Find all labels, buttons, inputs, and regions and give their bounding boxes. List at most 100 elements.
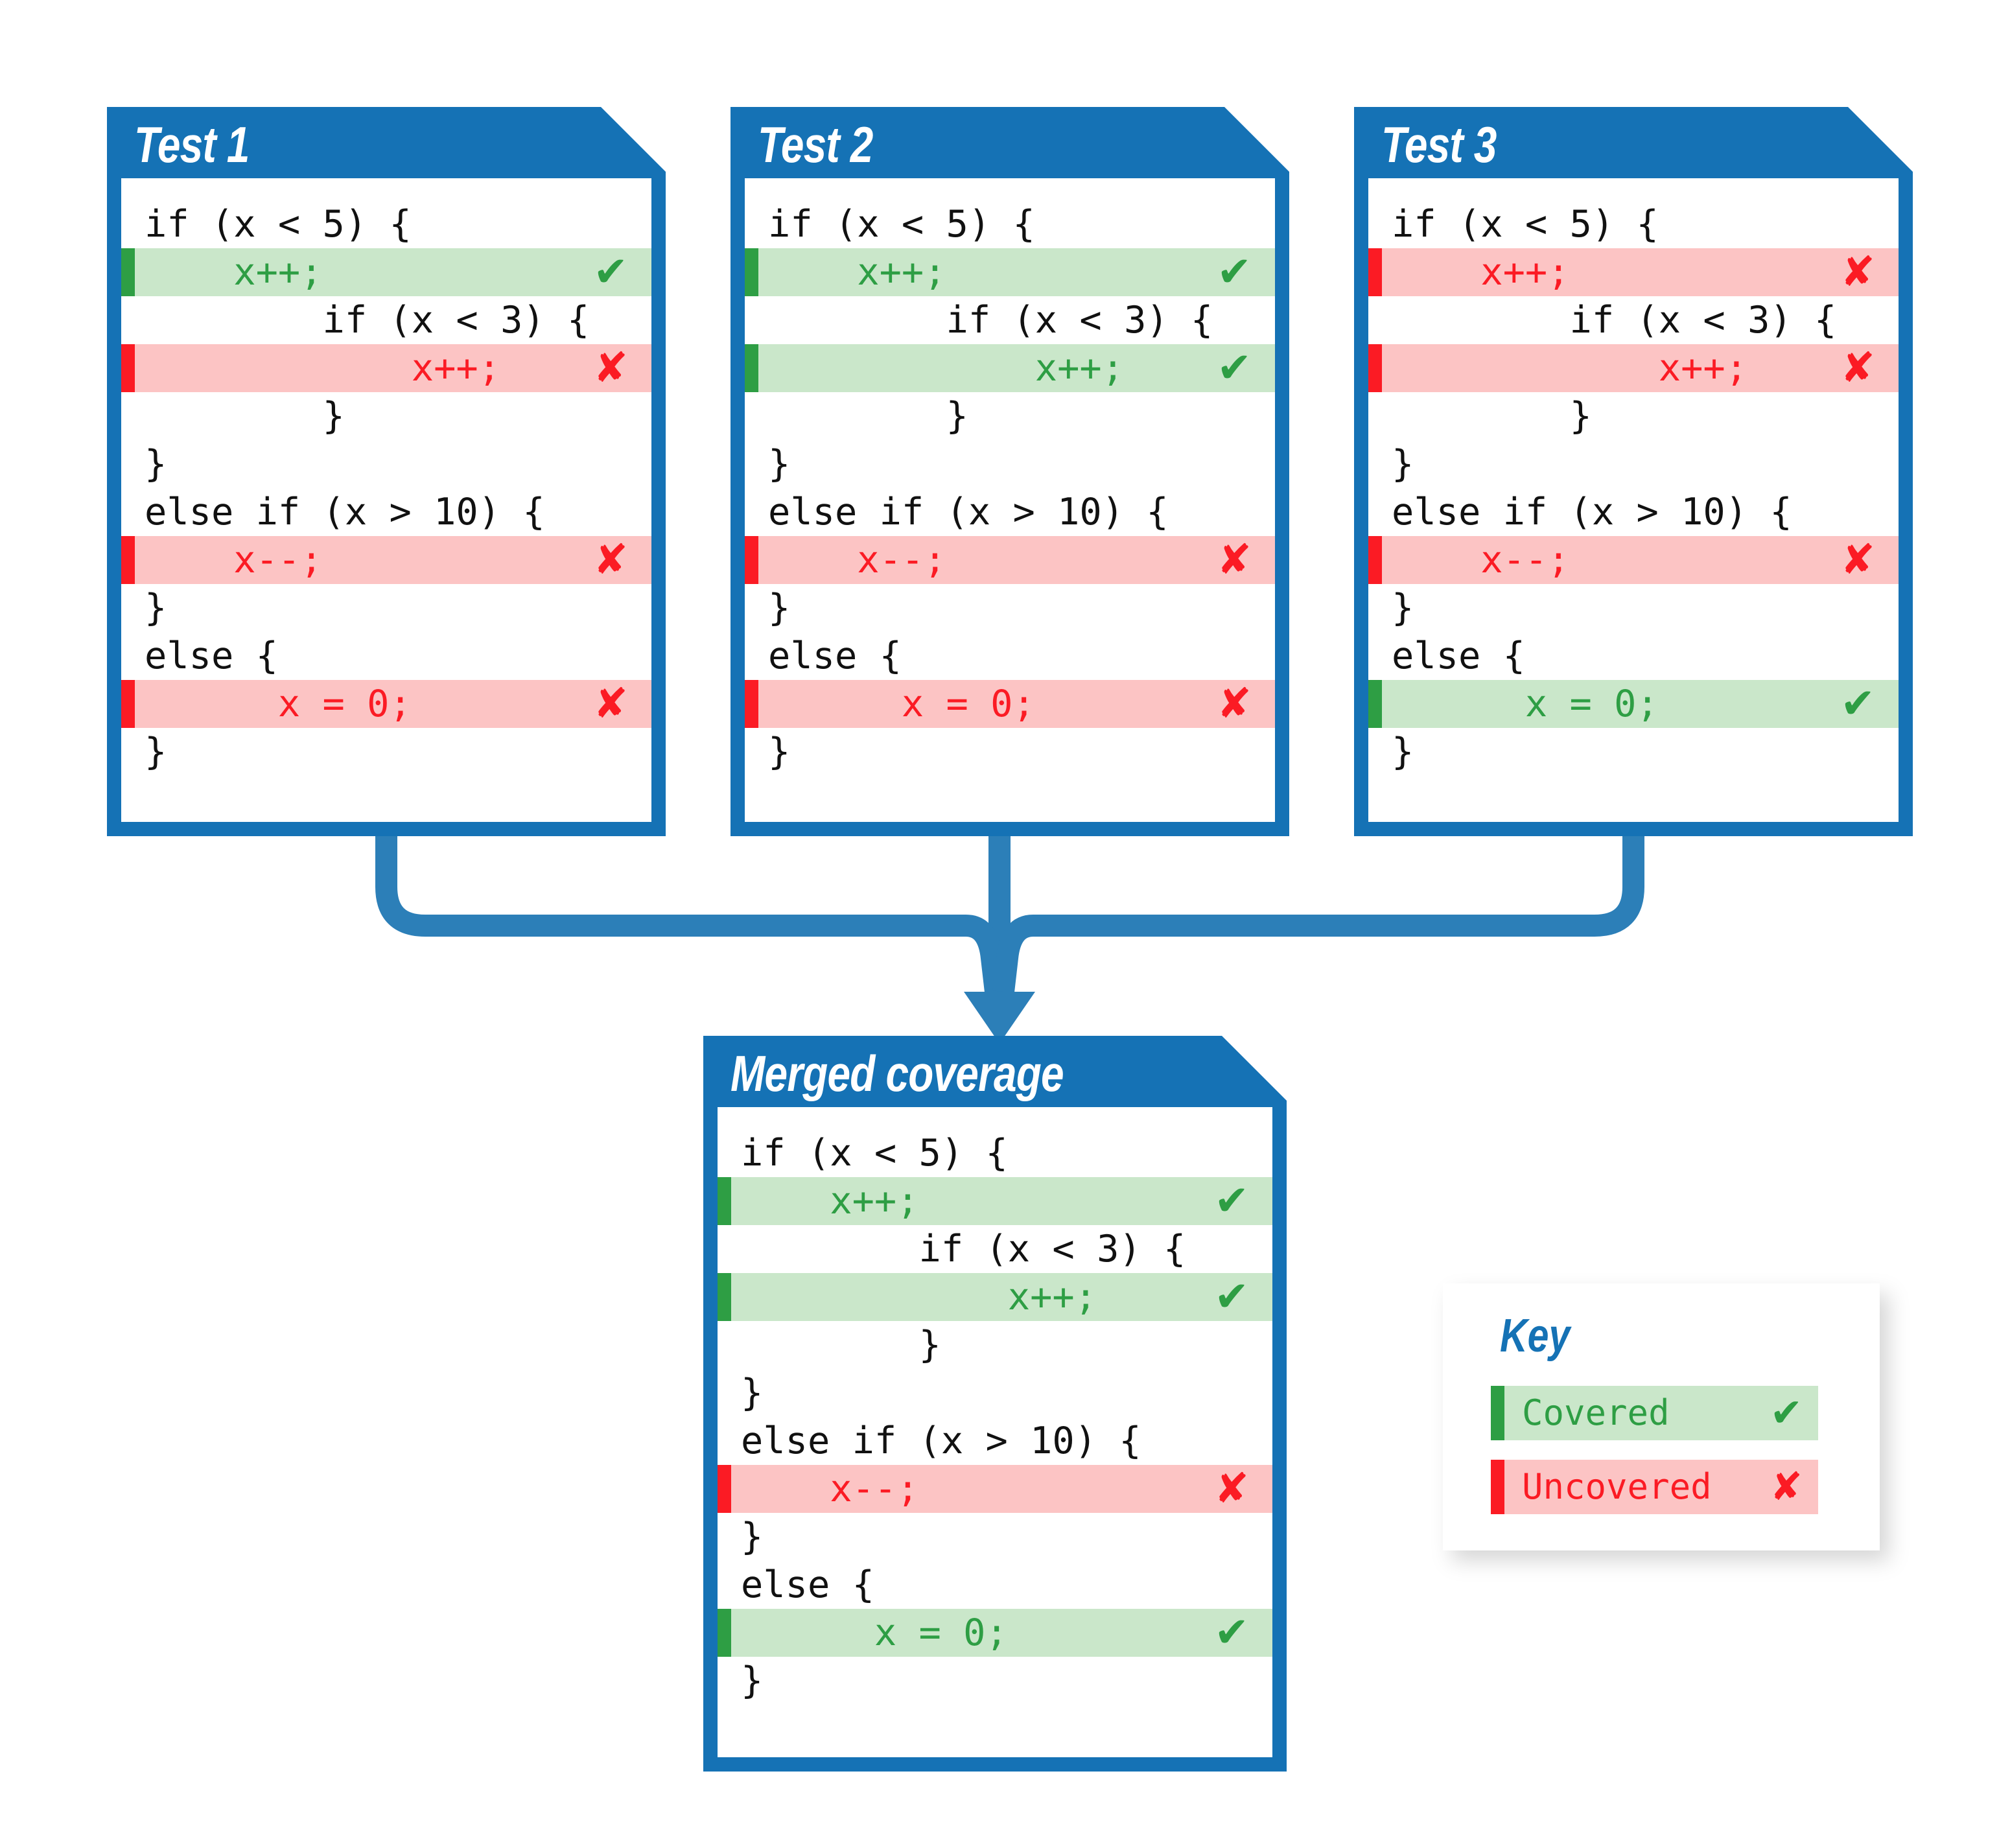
code-line-plain: else if (x > 10) { (121, 488, 651, 536)
card-header: Test 2 (731, 107, 1289, 178)
cross-icon: ✘ (1840, 248, 1875, 296)
code-text: } (768, 443, 791, 485)
code-text: } (741, 1372, 764, 1414)
code-text: x++; (741, 1180, 919, 1222)
card-body: if (x < 5) { x++; ✔ if (x < 3) { x++; ✔ }}… (718, 1107, 1272, 1757)
code-line-plain: if (x < 3) { (745, 296, 1275, 344)
code-line-plain: else { (1368, 632, 1899, 680)
code-line-plain: else if (x > 10) { (745, 488, 1275, 536)
code-text: x++; (768, 251, 946, 294)
code-line-plain: if (x < 3) { (718, 1225, 1272, 1273)
code-text: x++; (741, 1276, 1097, 1318)
code-text: else { (768, 635, 902, 677)
code-line-covered: x = 0; ✔ (718, 1609, 1272, 1657)
code-text: } (768, 587, 791, 629)
check-icon: ✔ (1214, 1177, 1249, 1225)
code-line-plain: } (745, 392, 1275, 440)
code-text: } (145, 443, 167, 485)
code-line-plain: } (1368, 584, 1899, 632)
code-text: if (x < 3) { (145, 299, 590, 342)
code-line-uncovered: x--; ✘ (1368, 536, 1899, 584)
check-icon: ✔ (1217, 248, 1252, 296)
code-text: } (741, 1515, 764, 1558)
code-line-plain: } (1368, 392, 1899, 440)
key-legend: Key Covered ✔ Uncovered ✘ (1443, 1283, 1880, 1550)
uncovered-bar-icon (745, 536, 758, 584)
code-line-plain: } (1368, 728, 1899, 776)
code-text: if (x < 5) { (145, 203, 412, 246)
check-icon: ✔ (1214, 1273, 1249, 1321)
code-text: x++; (145, 251, 323, 294)
check-icon: ✔ (1840, 680, 1875, 728)
code-line-plain: else { (745, 632, 1275, 680)
card-title: Test 3 (1381, 116, 1497, 173)
code-line-plain: } (745, 728, 1275, 776)
card-test-3: Test 3 if (x < 5) { x++; ✘ if (x < 3) { x… (1354, 107, 1913, 836)
code-text: } (1392, 587, 1414, 629)
card-title: Test 1 (134, 116, 250, 173)
code-text: else if (x > 10) { (768, 491, 1169, 533)
diagram-canvas: Test 1 if (x < 5) { x++; ✔ if (x < 3) { x… (0, 0, 1999, 1848)
code-line-plain: if (x < 5) { (1368, 200, 1899, 248)
covered-bar-icon (1491, 1386, 1504, 1440)
uncovered-bar-icon (1491, 1460, 1504, 1514)
code-line-covered: x++; ✔ (745, 344, 1275, 392)
code-line-plain: else { (718, 1561, 1272, 1609)
code-text: x--; (741, 1468, 919, 1510)
cross-icon: ✘ (1217, 536, 1252, 584)
code-line-plain: if (x < 3) { (121, 296, 651, 344)
code-text: } (1392, 395, 1592, 438)
code-line-plain: } (718, 1513, 1272, 1561)
code-line-plain: } (745, 584, 1275, 632)
code-text: x = 0; (741, 1611, 1008, 1654)
cross-icon: ✘ (593, 344, 628, 392)
code-line-plain: else if (x > 10) { (1368, 488, 1899, 536)
covered-bar-icon (745, 344, 758, 392)
code-text: } (145, 395, 345, 438)
code-text: else if (x > 10) { (145, 491, 545, 533)
code-text: if (x < 5) { (768, 203, 1035, 246)
code-line-uncovered: x++; ✘ (121, 344, 651, 392)
code-line-plain: } (718, 1657, 1272, 1705)
code-line-covered: x++; ✔ (121, 248, 651, 296)
code-text: else { (1392, 635, 1525, 677)
code-text: x++; (1392, 251, 1570, 294)
code-line-plain: } (121, 392, 651, 440)
code-line-uncovered: x--; ✘ (718, 1465, 1272, 1513)
code-line-covered: x = 0; ✔ (1368, 680, 1899, 728)
code-text: x--; (768, 539, 946, 581)
code-text: if (x < 3) { (768, 299, 1213, 342)
code-text: x++; (1392, 347, 1748, 390)
card-body: if (x < 5) { x++; ✔ if (x < 3) { x++; ✘ }}… (121, 178, 651, 822)
code-text: else { (145, 635, 278, 677)
cross-icon: ✘ (1840, 344, 1875, 392)
code-line-plain: else { (121, 632, 651, 680)
code-line-plain: } (1368, 440, 1899, 488)
key-title: Key (1500, 1310, 1571, 1362)
covered-bar-icon (121, 248, 135, 296)
cross-icon: ✘ (1217, 680, 1252, 728)
cross-icon: ✘ (593, 536, 628, 584)
card-header: Test 1 (107, 107, 666, 178)
code-text: if (x < 3) { (741, 1228, 1186, 1270)
uncovered-bar-icon (121, 680, 135, 728)
code-line-plain: } (745, 440, 1275, 488)
code-line-plain: } (718, 1321, 1272, 1369)
code-line-covered: x++; ✔ (745, 248, 1275, 296)
uncovered-bar-icon (718, 1465, 731, 1513)
card-body: if (x < 5) { x++; ✘ if (x < 3) { x++; ✘ }}… (1368, 178, 1899, 822)
code-text: else { (741, 1563, 874, 1606)
check-icon: ✔ (593, 248, 628, 296)
code-text: if (x < 3) { (1392, 299, 1837, 342)
code-text: if (x < 5) { (741, 1132, 1008, 1175)
code-text: } (145, 587, 167, 629)
code-listing: if (x < 5) { x++; ✔ if (x < 3) { x++; ✔ }}… (718, 1129, 1272, 1705)
code-text: if (x < 5) { (1392, 203, 1659, 246)
code-text: x++; (145, 347, 501, 390)
card-header: Merged coverage (703, 1036, 1287, 1107)
code-listing: if (x < 5) { x++; ✔ if (x < 3) { x++; ✔ }}… (745, 200, 1275, 776)
code-text: } (1392, 443, 1414, 485)
check-icon: ✔ (1217, 344, 1252, 392)
code-line-plain: } (121, 584, 651, 632)
card-test-1: Test 1 if (x < 5) { x++; ✔ if (x < 3) { x… (107, 107, 666, 836)
